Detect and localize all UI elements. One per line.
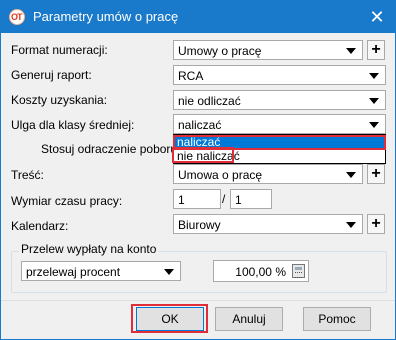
kalendarz-select-value: Biurowy	[178, 218, 221, 232]
przelew-percent-input[interactable]: 100,00 %	[213, 260, 309, 282]
dialog-window: OT Parametry umów o pracę ✕ Format numer…	[0, 0, 396, 340]
chevron-down-icon	[369, 98, 379, 104]
tresc-add-button[interactable]: +	[367, 164, 385, 184]
tresc-select[interactable]: Umowa o pracę	[173, 164, 363, 184]
help-button[interactable]: Pomoc	[303, 307, 371, 331]
chevron-down-icon	[346, 222, 356, 228]
format-add-button[interactable]: +	[367, 40, 385, 60]
format-label: Format numeracji:	[11, 43, 108, 57]
format-select[interactable]: Umowy o pracę	[173, 40, 363, 60]
app-icon: OT	[9, 9, 25, 25]
wymiar-numerator-input[interactable]: 1	[173, 189, 221, 209]
koszty-label: Koszty uzyskania:	[11, 93, 108, 107]
wymiar-label: Wymiar czasu pracy:	[11, 194, 123, 208]
wymiar-denominator-value: 1	[235, 193, 242, 207]
ulga-select[interactable]: naliczać	[173, 114, 386, 134]
ulga-label: Ulga dla klasy średniej:	[11, 118, 135, 132]
przelew-mode-value: przelewaj procent	[26, 265, 121, 279]
chevron-down-icon	[346, 172, 356, 178]
wymiar-separator: /	[222, 192, 226, 206]
ulga-dropdown-list: naliczać nie naliczać	[173, 134, 386, 164]
wymiar-denominator-input[interactable]: 1	[230, 189, 272, 209]
dropdown-option-nie-naliczac[interactable]: nie naliczać	[175, 150, 385, 163]
close-icon[interactable]: ✕	[365, 5, 389, 29]
calculator-icon[interactable]	[292, 264, 305, 278]
kalendarz-select[interactable]: Biurowy	[173, 214, 363, 234]
kalendarz-add-button[interactable]: +	[367, 214, 385, 234]
format-select-value: Umowy o pracę	[178, 44, 262, 58]
przelew-mode-select[interactable]: przelewaj procent	[21, 261, 181, 281]
dropdown-option-naliczac[interactable]: naliczać	[175, 136, 385, 149]
koszty-select[interactable]: nie odliczać	[173, 90, 386, 110]
kalendarz-label: Kalendarz:	[11, 219, 69, 233]
przelew-percent-value: 100,00 %	[235, 265, 286, 279]
wymiar-numerator-value: 1	[178, 193, 185, 207]
raport-select-value: RCA	[178, 69, 204, 83]
koszty-select-value: nie odliczać	[178, 94, 241, 108]
window-title: Parametry umów o pracę	[33, 9, 179, 24]
raport-label: Generuj raport:	[11, 68, 92, 82]
raport-select[interactable]: RCA	[173, 65, 386, 85]
tresc-label: Treść:	[11, 168, 44, 182]
ok-button[interactable]: OK	[136, 307, 204, 331]
cancel-button[interactable]: Anuluj	[215, 307, 283, 331]
chevron-down-icon	[164, 269, 174, 275]
title-bar: OT Parametry umów o pracę ✕	[1, 1, 395, 33]
tresc-select-value: Umowa o pracę	[178, 168, 263, 182]
chevron-down-icon	[369, 122, 379, 128]
chevron-down-icon	[346, 48, 356, 54]
ulga-select-value: naliczać	[178, 118, 222, 132]
chevron-down-icon	[369, 73, 379, 79]
przelew-group-title: Przelew wypłaty na konto	[19, 242, 159, 256]
